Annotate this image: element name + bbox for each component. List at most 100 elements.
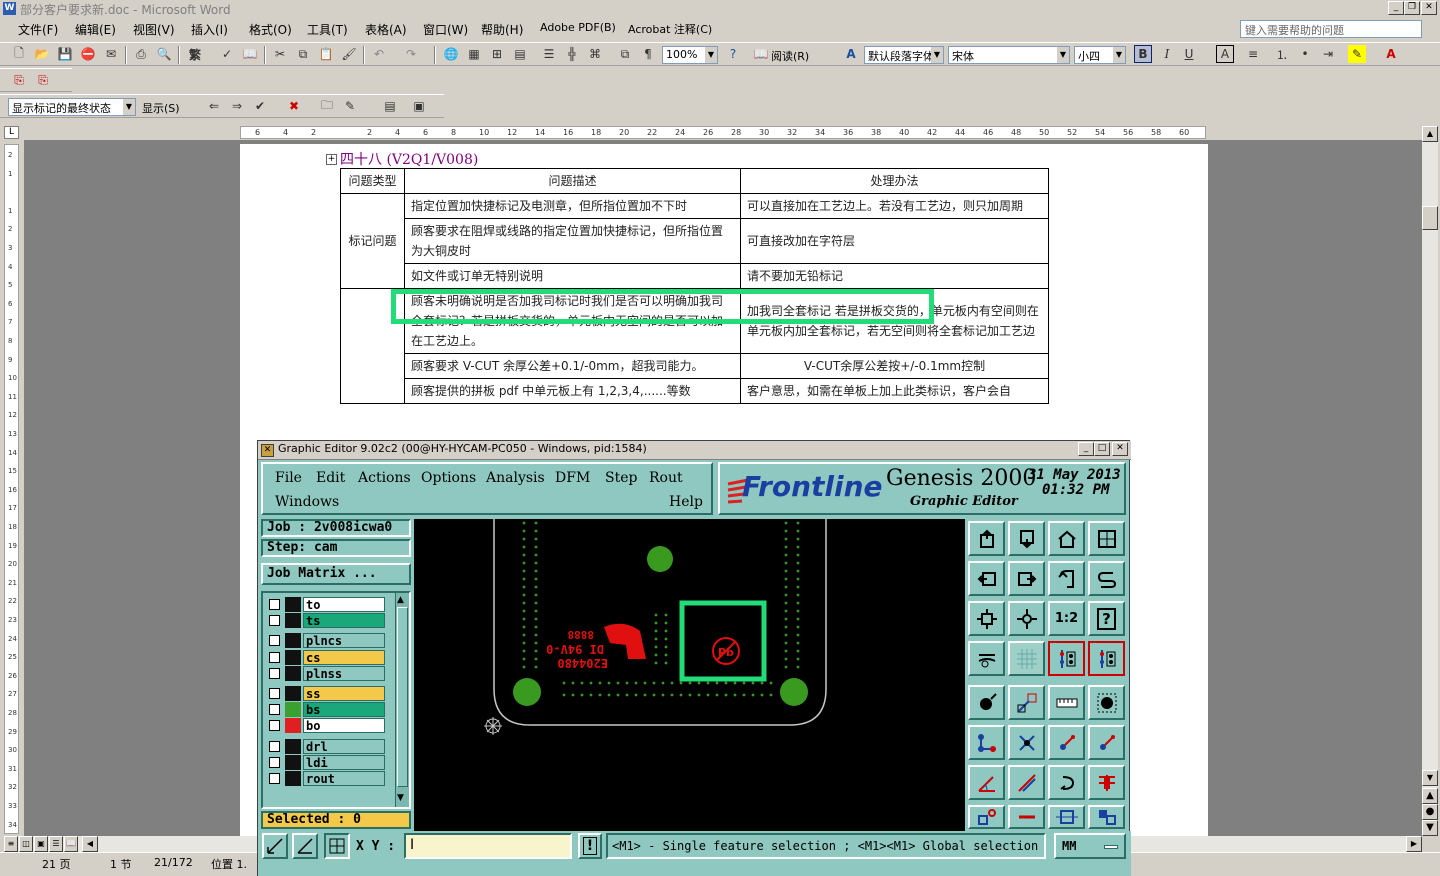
styles-icon[interactable]: A xyxy=(842,45,860,63)
accept-change-icon[interactable]: ✔ xyxy=(251,97,269,115)
home-icon[interactable] xyxy=(1048,521,1085,556)
crosshair-tool-icon[interactable] xyxy=(324,833,350,859)
print-icon[interactable]: ⎙ xyxy=(132,45,150,63)
vertical-scrollbar[interactable]: ▲ ▼ ▲ ● ▼ xyxy=(1422,126,1438,836)
menu-acrobat-comments[interactable]: Acrobat 注释(C) xyxy=(628,21,712,37)
query-icon[interactable]: ? xyxy=(1088,601,1125,636)
zoom-tool-icon[interactable] xyxy=(262,833,288,859)
numbering-icon[interactable]: ⒈ xyxy=(1273,45,1291,63)
mirror-icon[interactable] xyxy=(1088,765,1125,800)
show-menu[interactable]: 显示(S) xyxy=(142,100,180,116)
layer-row[interactable]: drl xyxy=(269,738,385,754)
graphic-canvas[interactable]: E204480 DI 94V-0 8888 Pb xyxy=(414,519,965,831)
character-border-icon[interactable]: A xyxy=(1216,45,1234,63)
track-changes-icon[interactable]: ✎ xyxy=(341,97,359,115)
reading-layout-icon[interactable]: ▣ xyxy=(410,97,428,115)
chevron-down-icon[interactable]: ▼ xyxy=(705,47,717,63)
pdf-email-icon[interactable]: ⎘ xyxy=(34,71,52,89)
layer-checkbox[interactable] xyxy=(269,599,280,610)
format-painter-icon[interactable]: 🖌 xyxy=(340,45,358,63)
undo-icon[interactable]: ↶ xyxy=(370,45,388,63)
genesis-maximize-button[interactable]: □ xyxy=(1094,442,1110,456)
next-page-icon[interactable]: ▼ xyxy=(1422,820,1438,836)
layer-row[interactable]: ldi xyxy=(269,754,385,770)
window-split-icon[interactable] xyxy=(1088,521,1125,556)
add-circle-icon[interactable] xyxy=(1088,685,1125,720)
copy-feature-icon[interactable] xyxy=(1088,725,1125,760)
previous-change-icon[interactable]: ⇐ xyxy=(205,97,223,115)
layer-color-swatch[interactable] xyxy=(285,686,301,701)
delete-feature-icon[interactable] xyxy=(1008,725,1045,760)
columns-icon[interactable]: ☰ xyxy=(540,45,558,63)
read-icon[interactable]: 📖 xyxy=(752,45,770,63)
layer-checkbox[interactable] xyxy=(269,773,280,784)
zoom-left-icon[interactable] xyxy=(968,561,1005,596)
layer-checkbox[interactable] xyxy=(269,720,280,732)
layer-checkbox[interactable] xyxy=(269,704,280,716)
reading-view-icon[interactable]: 📖 xyxy=(64,836,78,852)
layer-name[interactable]: ss xyxy=(303,686,385,701)
minimize-button[interactable]: _ xyxy=(1388,1,1404,15)
add-pad-icon[interactable] xyxy=(968,685,1005,720)
drawing-icon[interactable]: ╬ xyxy=(563,45,581,63)
cut-icon[interactable]: ✂ xyxy=(271,45,289,63)
layer-row[interactable]: bo xyxy=(269,718,385,734)
layer-checkbox[interactable] xyxy=(269,667,280,679)
tables-borders-icon[interactable]: ▦ xyxy=(465,45,483,63)
layer-row[interactable]: plnss xyxy=(269,665,385,681)
measure-tool-icon[interactable] xyxy=(968,641,1005,676)
layer-row[interactable]: to xyxy=(269,597,385,612)
align-justify-icon[interactable]: ≡ xyxy=(1244,45,1262,63)
reject-change-icon[interactable]: ✖ xyxy=(285,97,303,115)
gmenu-dfm[interactable]: DFM xyxy=(555,470,590,486)
chevron-down-icon[interactable]: ▼ xyxy=(931,47,943,63)
layer-name[interactable]: bo xyxy=(303,718,385,734)
angle-icon[interactable] xyxy=(968,765,1005,800)
layer-name[interactable]: bs xyxy=(303,702,385,718)
gmenu-windows[interactable]: Windows xyxy=(275,494,339,510)
show-hide-icon[interactable]: ⧉ xyxy=(616,45,634,63)
arc-icon[interactable] xyxy=(1048,765,1085,800)
menu-file[interactable]: 文件(F) xyxy=(18,21,58,38)
layer-row[interactable]: rout xyxy=(269,771,385,786)
layer-color-swatch[interactable] xyxy=(285,597,301,612)
style-combo[interactable]: 默认段落字体 ▼ xyxy=(864,46,944,64)
layer-name[interactable]: ts xyxy=(303,613,385,629)
chevron-down-icon[interactable]: ▼ xyxy=(1113,47,1125,63)
copy-icon[interactable]: ⧉ xyxy=(294,45,312,63)
units-selector[interactable]: MM xyxy=(1054,833,1126,859)
help-search-input[interactable]: 键入需要帮助的问题 xyxy=(1240,20,1422,38)
gmenu-rout[interactable]: Rout xyxy=(649,470,683,486)
layer-row[interactable]: ts xyxy=(269,613,385,629)
gmenu-actions[interactable]: Actions xyxy=(358,470,411,486)
gmenu-file[interactable]: File xyxy=(275,470,302,486)
gmenu-options[interactable]: Options xyxy=(421,470,476,486)
gmenu-analysis[interactable]: Analysis xyxy=(486,470,545,486)
line-tool-icon[interactable] xyxy=(1008,805,1045,829)
outline-view-icon[interactable]: ☰ xyxy=(49,836,63,852)
zoom-fit-icon[interactable] xyxy=(968,601,1005,636)
new-icon[interactable]: 🗋 xyxy=(10,45,28,63)
layer-list-scrollbar[interactable]: ▲ ▼ xyxy=(395,593,409,807)
insert-table-icon[interactable]: ⊞ xyxy=(488,45,506,63)
layer-color-swatch[interactable] xyxy=(285,613,301,629)
layer-snap-alt-icon[interactable] xyxy=(1088,641,1125,676)
grid-icon[interactable] xyxy=(1008,641,1045,676)
layer-checkbox[interactable] xyxy=(269,688,280,699)
layer-checkbox[interactable] xyxy=(269,756,280,768)
ruler-icon[interactable] xyxy=(1048,685,1085,720)
hyperlink-icon[interactable]: 🌐 xyxy=(442,45,460,63)
scroll-down-icon[interactable]: ▼ xyxy=(397,793,404,803)
layer-row[interactable]: plncs xyxy=(269,633,385,649)
bullets-icon[interactable]: • xyxy=(1296,45,1314,63)
chevron-down-icon[interactable]: ▼ xyxy=(123,99,135,115)
xy-coordinate-input[interactable]: I xyxy=(404,833,572,859)
table-move-handle[interactable]: + xyxy=(326,154,337,165)
scroll-thumb[interactable] xyxy=(1422,206,1438,230)
split-pad-icon[interactable] xyxy=(968,805,1005,829)
scroll-up-icon[interactable]: ▲ xyxy=(397,595,404,605)
vertical-ruler[interactable]: 2 1 1 2 3 4 5 6 7 8 9 10 11 12 13 14 15 16 17 18 19 20 21 22 23 2… xyxy=(4,144,19,834)
horizontal-ruler[interactable]: 6 4 2 2 4 6 8 10 12 14 16 18 20 22 24 26 28 30 32 34 36 38 40 4… xyxy=(240,126,1206,139)
document-map-icon[interactable]: ⌘ xyxy=(586,45,604,63)
markup-state-combo[interactable]: 显示标记的最终状态 ▼ xyxy=(8,98,136,116)
